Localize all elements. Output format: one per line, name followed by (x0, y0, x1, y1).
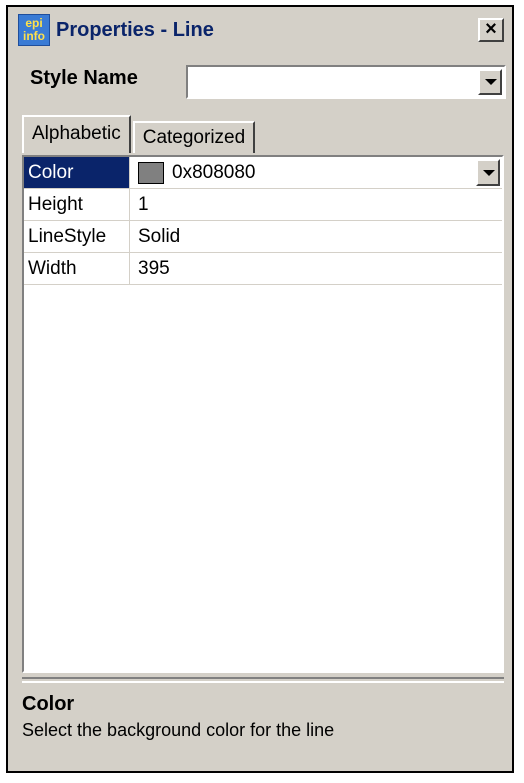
description-title: Color (22, 693, 75, 715)
property-name: Color (24, 157, 130, 188)
title-bar[interactable]: epi info Properties - Line × (10, 9, 510, 51)
property-row-height[interactable]: Height 1 (24, 189, 502, 221)
tab-strip: Alphabetic Categorized (22, 115, 256, 153)
style-name-label: Style Name (30, 67, 138, 89)
epi-info-icon: epi info (18, 14, 50, 46)
property-row-width[interactable]: Width 395 (24, 253, 502, 285)
tab-alphabetic[interactable]: Alphabetic (22, 115, 131, 153)
description-splitter[interactable] (22, 677, 504, 683)
style-name-row: Style Name (8, 59, 512, 103)
color-dropdown-button[interactable] (476, 159, 500, 186)
description-text: Select the background color for the line (22, 720, 335, 740)
property-row-linestyle[interactable]: LineStyle Solid (24, 221, 502, 253)
property-name: Height (24, 189, 130, 220)
description-pane: Color Select the background color for th… (22, 689, 504, 763)
tab-categorized[interactable]: Categorized (132, 121, 256, 153)
property-value[interactable]: 1 (130, 189, 502, 220)
close-button[interactable]: × (478, 18, 504, 42)
properties-window: epi info Properties - Line × Style Name … (6, 5, 514, 773)
close-icon: × (485, 18, 497, 40)
property-value[interactable]: Solid (130, 221, 502, 252)
style-name-combobox[interactable] (186, 65, 506, 99)
property-value-color[interactable]: 0x808080 (130, 157, 502, 188)
property-name: LineStyle (24, 221, 130, 252)
property-row-color[interactable]: Color 0x808080 (24, 157, 502, 189)
property-grid: Color 0x808080 Height 1 LineStyle Solid … (22, 155, 504, 673)
window-title: Properties - Line (56, 18, 214, 41)
style-name-dropdown-button[interactable] (478, 69, 502, 95)
icon-text-bottom: info (23, 29, 45, 43)
property-name: Width (24, 253, 130, 284)
property-value[interactable]: 395 (130, 253, 502, 284)
property-value: 0x808080 (172, 162, 256, 183)
color-swatch (138, 161, 164, 184)
